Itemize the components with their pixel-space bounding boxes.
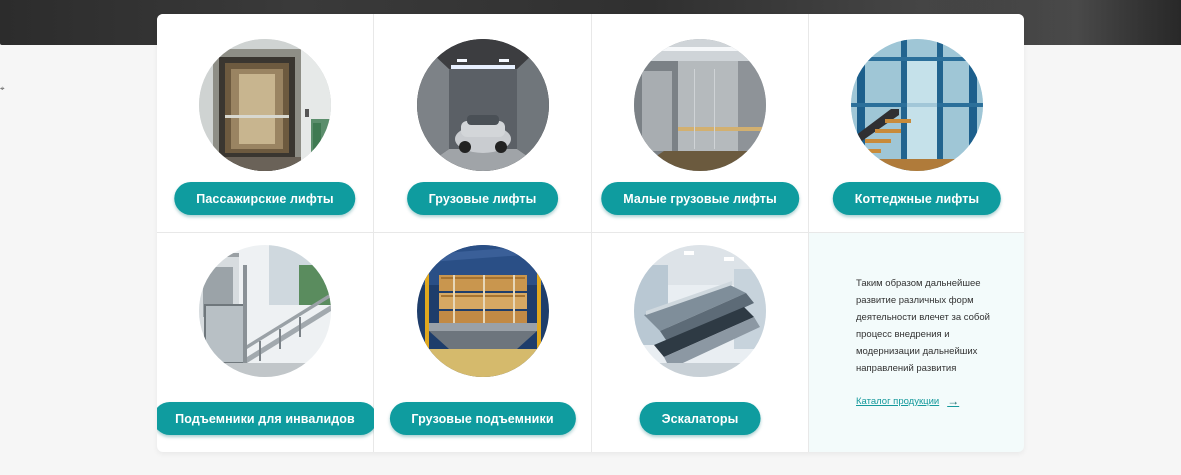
category-card-passenger-lifts[interactable]: Пассажирские лифты (157, 14, 373, 232)
wheelchair-lift-photo (199, 245, 331, 377)
category-card-freight-hoists[interactable]: Грузовые подъемники (374, 233, 591, 452)
freight-hoist-photo (416, 245, 549, 377)
freight-hoists-button[interactable]: Грузовые подъемники (389, 402, 576, 435)
small-freight-lifts-button[interactable]: Малые грузовые лифты (601, 182, 799, 215)
category-card-cottage-lifts[interactable]: Коттеджные лифты (809, 14, 1024, 232)
wheelchair-lifts-button[interactable]: Подъемники для инвалидов (157, 402, 377, 435)
passenger-lift-photo (199, 39, 331, 171)
freight-lift-photo (416, 39, 549, 171)
category-card-small-freight-lifts[interactable]: Малые грузовые лифты (592, 14, 808, 232)
passenger-lifts-button[interactable]: Пассажирские лифты (174, 182, 356, 215)
info-text: Таким образом дальнейшее развитие различ… (856, 278, 990, 374)
edge-marker-icon: ⌖ (0, 84, 5, 93)
small-freight-lift-photo (634, 39, 766, 171)
catalog-link[interactable]: Каталог продукции → (856, 394, 959, 408)
info-card: Таким образом дальнейшее развитие различ… (809, 233, 1024, 452)
category-card-wheelchair-lifts[interactable]: Подъемники для инвалидов (157, 233, 377, 452)
escalator-photo (634, 245, 766, 377)
cottage-lift-photo (851, 39, 983, 171)
product-categories-grid: Пассажирские лифты Грузовые лифты Малые … (157, 14, 1024, 452)
arrow-right-icon: → (947, 394, 960, 408)
cottage-lifts-button[interactable]: Коттеджные лифты (832, 182, 1002, 215)
category-card-freight-lifts[interactable]: Грузовые лифты (374, 14, 591, 232)
category-card-escalators[interactable]: Эскалаторы (592, 233, 808, 452)
catalog-link-label[interactable]: Каталог продукции (856, 396, 939, 407)
freight-lifts-button[interactable]: Грузовые лифты (406, 182, 559, 215)
escalators-button[interactable]: Эскалаторы (639, 402, 761, 435)
